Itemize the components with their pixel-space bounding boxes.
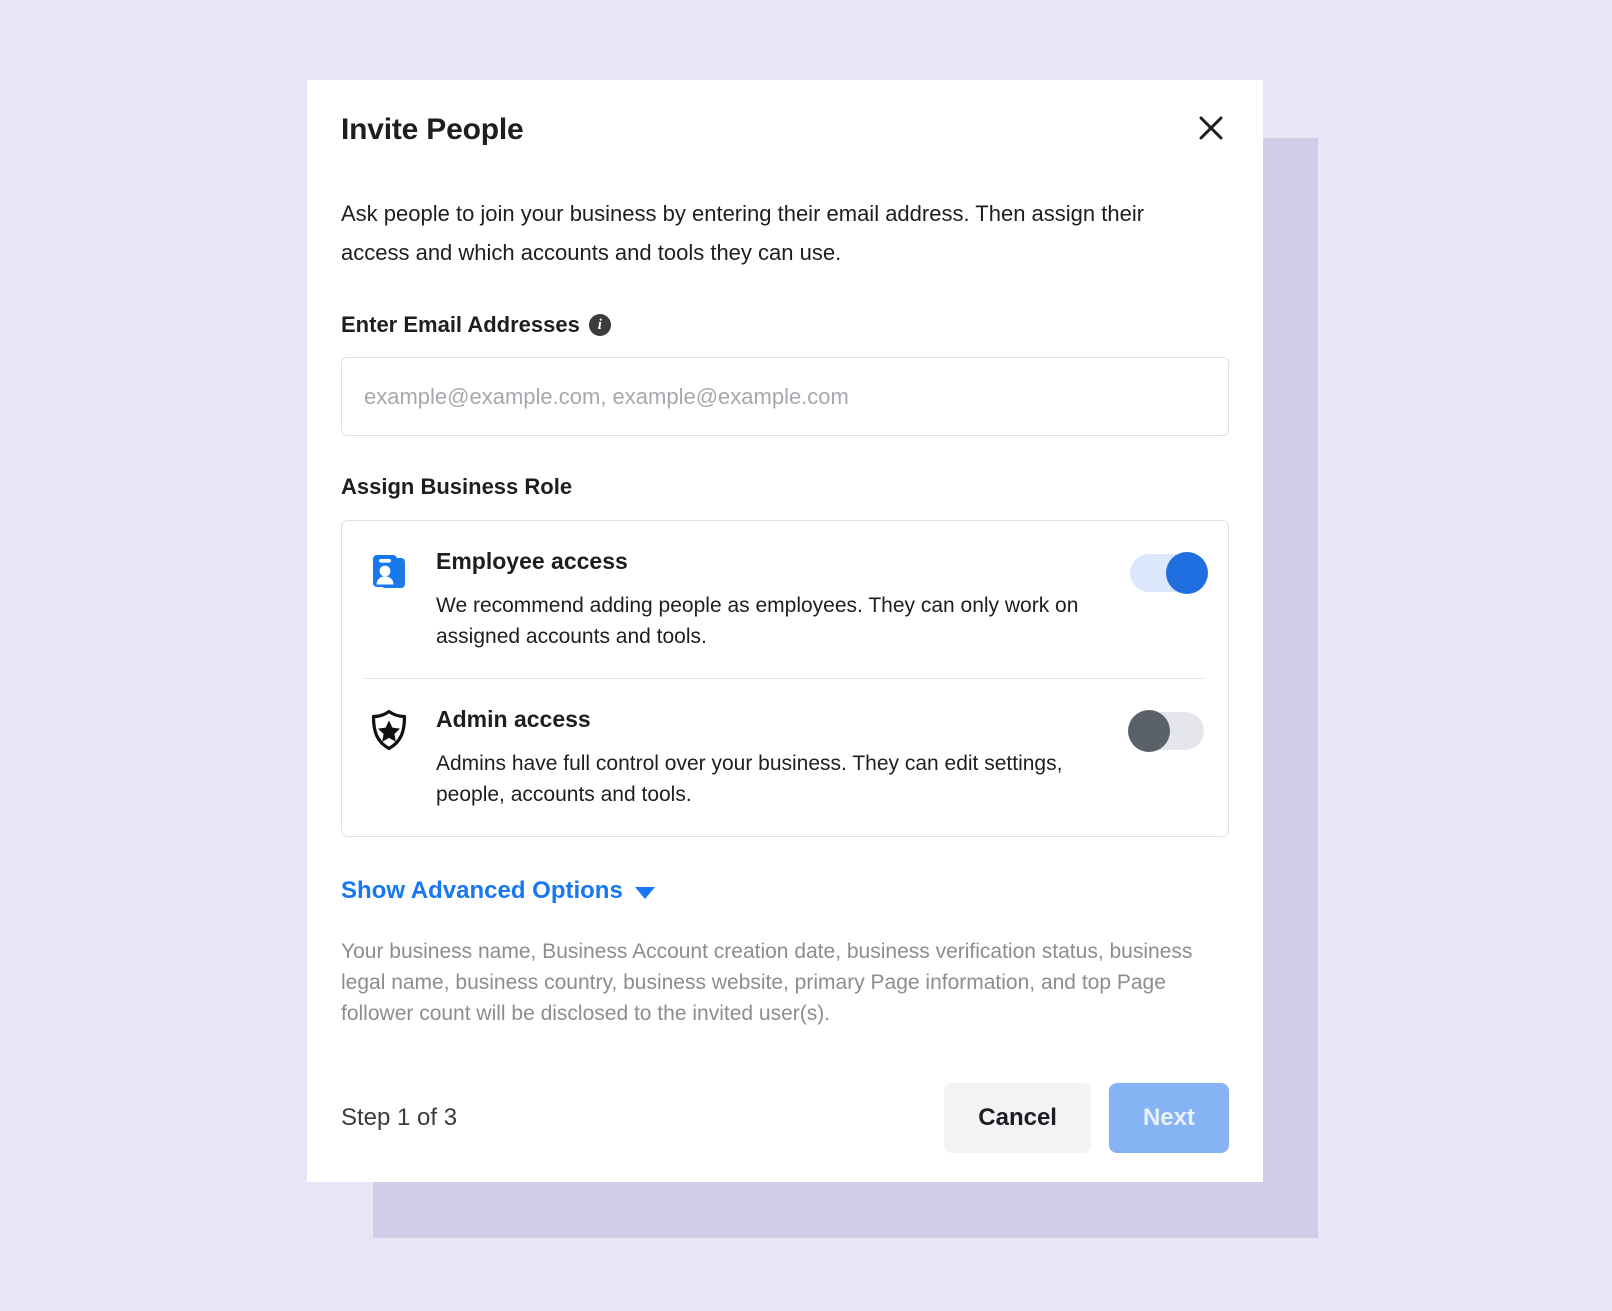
role-description-employee: We recommend adding people as employees.…	[436, 594, 1079, 648]
info-icon[interactable]: i	[588, 314, 611, 336]
step-indicator: Step 1 of 3	[341, 1104, 458, 1131]
admin-access-toggle[interactable]	[1128, 710, 1204, 752]
role-title-admin: Admin access	[436, 706, 591, 732]
employee-badge-icon	[366, 549, 412, 595]
cancel-button[interactable]: Cancel	[944, 1083, 1091, 1153]
role-title-employee: Employee access	[436, 548, 628, 574]
assign-business-role-label: Assign Business Role	[341, 474, 573, 499]
chevron-down-icon	[634, 887, 655, 899]
business-role-card: Employee access We recommend adding peop…	[341, 520, 1229, 837]
role-text-admin: Admin access Admins have full control ov…	[412, 703, 1130, 810]
shield-star-icon	[366, 707, 412, 753]
dialog-header: Invite People	[307, 80, 1263, 166]
page-title: Invite People	[341, 113, 524, 146]
show-advanced-options-link[interactable]: Show Advanced Options	[341, 875, 655, 907]
close-icon	[1199, 116, 1223, 140]
toggle-knob	[1128, 710, 1170, 752]
email-field-label: Enter Email Addresses i	[341, 310, 1229, 340]
disclosure-text: Your business name, Business Account cre…	[341, 940, 1193, 1025]
invite-people-dialog: Invite People Ask people to join your bu…	[307, 80, 1263, 1182]
dialog-footer: Step 1 of 3 Cancel Next	[307, 1054, 1263, 1182]
close-button[interactable]	[1189, 106, 1233, 150]
dialog-body: Ask people to join your business by ente…	[307, 166, 1263, 1054]
email-input[interactable]	[341, 357, 1229, 436]
toggle-knob	[1166, 552, 1208, 594]
email-field-label-text: Enter Email Addresses	[341, 312, 580, 337]
employee-access-toggle[interactable]	[1130, 552, 1208, 594]
role-row-employee: Employee access We recommend adding peop…	[342, 521, 1228, 678]
role-text-employee: Employee access We recommend adding peop…	[412, 545, 1130, 652]
next-button[interactable]: Next	[1108, 1083, 1229, 1153]
role-row-admin: Admin access Admins have full control ov…	[342, 679, 1228, 836]
footer-actions: Cancel Next	[944, 1083, 1229, 1153]
show-advanced-options-label: Show Advanced Options	[341, 877, 623, 904]
role-description-admin: Admins have full control over your busin…	[436, 752, 1063, 806]
intro-description: Ask people to join your business by ente…	[341, 201, 1145, 265]
